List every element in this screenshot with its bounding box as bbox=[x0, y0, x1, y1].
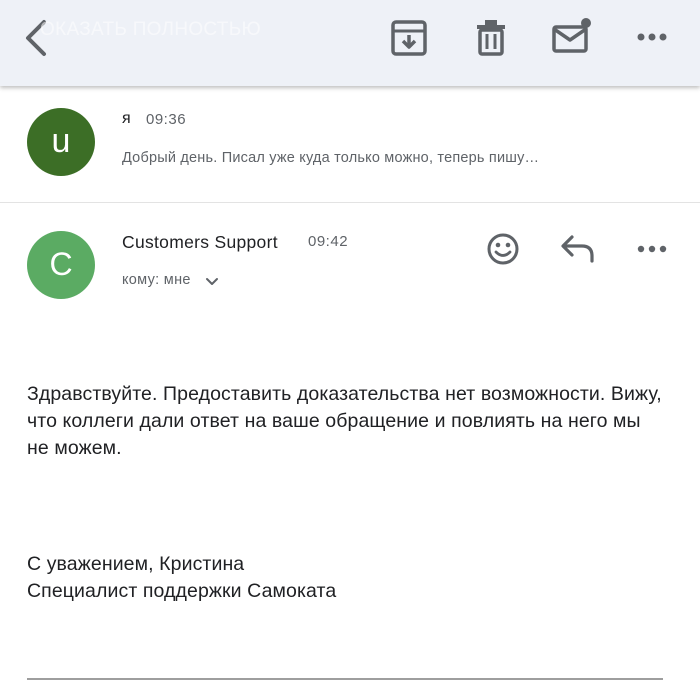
avatar: C bbox=[27, 231, 95, 299]
signature-line: Специалист поддержки Самоката bbox=[27, 580, 337, 602]
more-horizontal-icon bbox=[637, 245, 667, 253]
delete-button[interactable] bbox=[470, 17, 512, 59]
message-snippet: Добрый день. Писал уже куда только можно… bbox=[122, 150, 540, 166]
message-time: 09:36 bbox=[146, 111, 187, 128]
avatar: u bbox=[27, 108, 95, 176]
signature-line: С уважением, Кристина bbox=[27, 553, 245, 575]
sender-name: Customers Support bbox=[122, 232, 278, 252]
recipients-toggle[interactable]: кому: мне bbox=[122, 272, 191, 288]
chevron-down-icon[interactable] bbox=[205, 277, 219, 287]
sender-name: я bbox=[122, 110, 131, 127]
reply-button[interactable] bbox=[560, 234, 596, 264]
collapsed-message[interactable]: u я 09:36 Добрый день. Писал уже куда то… bbox=[0, 86, 700, 203]
more-options-button[interactable] bbox=[632, 27, 672, 47]
more-horizontal-icon bbox=[637, 33, 667, 41]
expanded-message: C Customers Support 09:42 кому: мне Здра… bbox=[0, 203, 700, 694]
reply-icon bbox=[561, 235, 594, 263]
emoji-reaction-button[interactable] bbox=[486, 232, 520, 266]
message-body: Здравствуйте. Предоставить доказательств… bbox=[27, 383, 662, 459]
top-toolbar: ОКАЗАТЬ ПОЛНОСТЬЮ bbox=[0, 0, 700, 86]
trash-icon bbox=[477, 20, 505, 56]
message-time: 09:42 bbox=[308, 233, 349, 250]
mail-unread-icon bbox=[552, 18, 591, 53]
archive-button[interactable] bbox=[388, 17, 430, 59]
divider bbox=[27, 678, 663, 680]
message-more-button[interactable] bbox=[634, 240, 670, 258]
mark-unread-button[interactable] bbox=[550, 15, 594, 57]
emoji-icon bbox=[487, 233, 519, 265]
archive-icon bbox=[391, 20, 427, 56]
message-signature: С уважением, Кристина Специалист поддерж… bbox=[27, 551, 667, 605]
show-full-label: ОКАЗАТЬ ПОЛНОСТЬЮ bbox=[40, 19, 261, 40]
